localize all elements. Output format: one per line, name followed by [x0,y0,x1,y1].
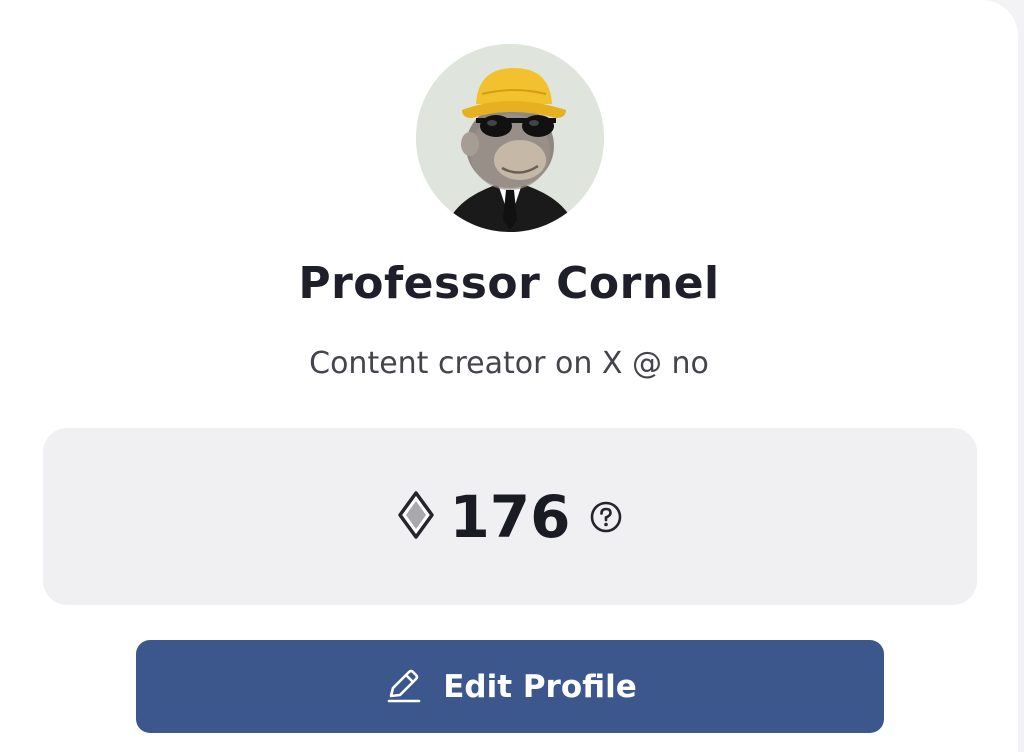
points-value: 176 [449,482,571,551]
profile-card: Professor Cornel Content creator on X @ … [0,0,1018,752]
edit-profile-label: Edit Profile [443,668,637,705]
points-panel: 176 [43,428,977,605]
diamond-icon [397,490,435,544]
profile-name: Professor Cornel [298,258,720,309]
avatar [416,44,604,232]
points-row: 176 [397,488,622,546]
page: Professor Cornel Content creator on X @ … [0,0,1024,752]
profile-bio: Content creator on X @ no [309,346,709,381]
edit-profile-button[interactable]: Edit Profile [136,640,884,733]
question-circle-icon[interactable] [589,500,623,534]
pencil-icon [383,665,423,708]
